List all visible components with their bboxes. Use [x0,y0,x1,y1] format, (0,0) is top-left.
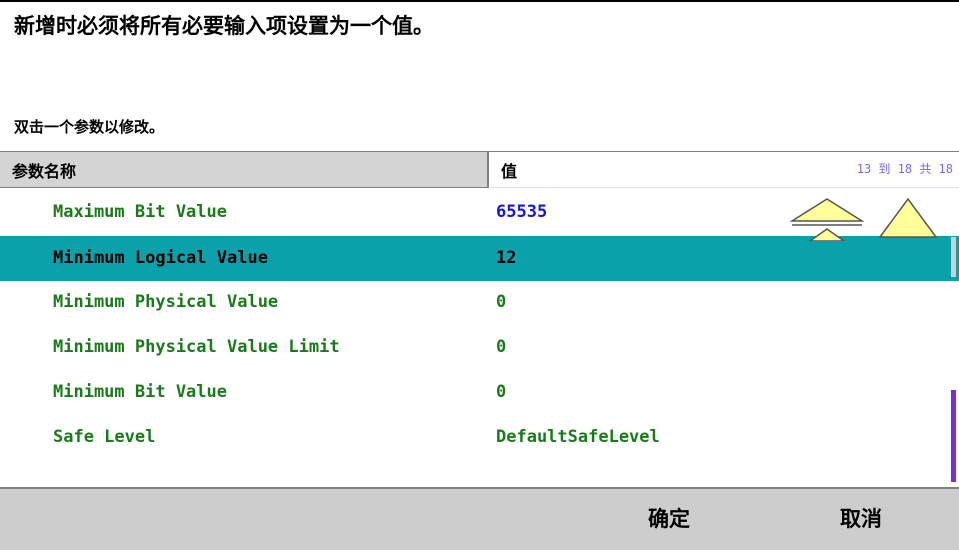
table-row[interactable]: Minimum Physical Value 0 [0,280,959,325]
table-header: 参数名称 值 13 到 18 共 18 [0,152,959,189]
param-value: 0 [496,337,507,357]
scroll-track [951,237,956,277]
column-header-value-label: 值 [501,162,518,181]
param-value: 0 [496,382,507,402]
cancel-button[interactable]: 取消 [840,503,882,533]
param-name: Minimum Logical Value [53,248,268,268]
ok-button[interactable]: 确定 [648,503,690,533]
column-header-name[interactable]: 参数名称 [0,152,489,188]
table-row[interactable]: Minimum Physical Value Limit 0 [0,325,959,370]
param-value: 12 [496,248,517,268]
scroll-thumb[interactable] [951,390,956,482]
vertical-scrollbar[interactable] [951,192,959,487]
param-value: 0 [496,292,507,312]
top-border [0,0,959,2]
table-row[interactable]: Safe Level DefaultSafeLevel [0,415,959,460]
param-name: Safe Level [53,427,156,447]
param-name: Minimum Bit Value [53,382,227,402]
param-name: Maximum Bit Value [53,202,227,222]
instruction-text: 双击一个参数以修改。 [14,118,165,136]
page-title: 新增时必须将所有必要输入项设置为一个值。 [14,14,434,38]
pager-text: 13 到 18 共 18 [856,162,953,176]
param-value: DefaultSafeLevel [496,427,660,447]
page-up-arrow-icon[interactable] [788,195,873,241]
param-name: Minimum Physical Value [53,292,279,312]
footer-bar: 确定 取消 [0,487,959,550]
table-row-selected[interactable]: Minimum Logical Value 12 [0,236,959,281]
param-name: Minimum Physical Value Limit [53,337,340,357]
table-row[interactable]: Minimum Bit Value 0 [0,370,959,415]
scroll-up-arrow-icon[interactable] [878,195,940,241]
param-value: 65535 [496,202,548,222]
parameter-table: 参数名称 值 13 到 18 共 18 Maximum Bit Value 65… [0,151,959,488]
